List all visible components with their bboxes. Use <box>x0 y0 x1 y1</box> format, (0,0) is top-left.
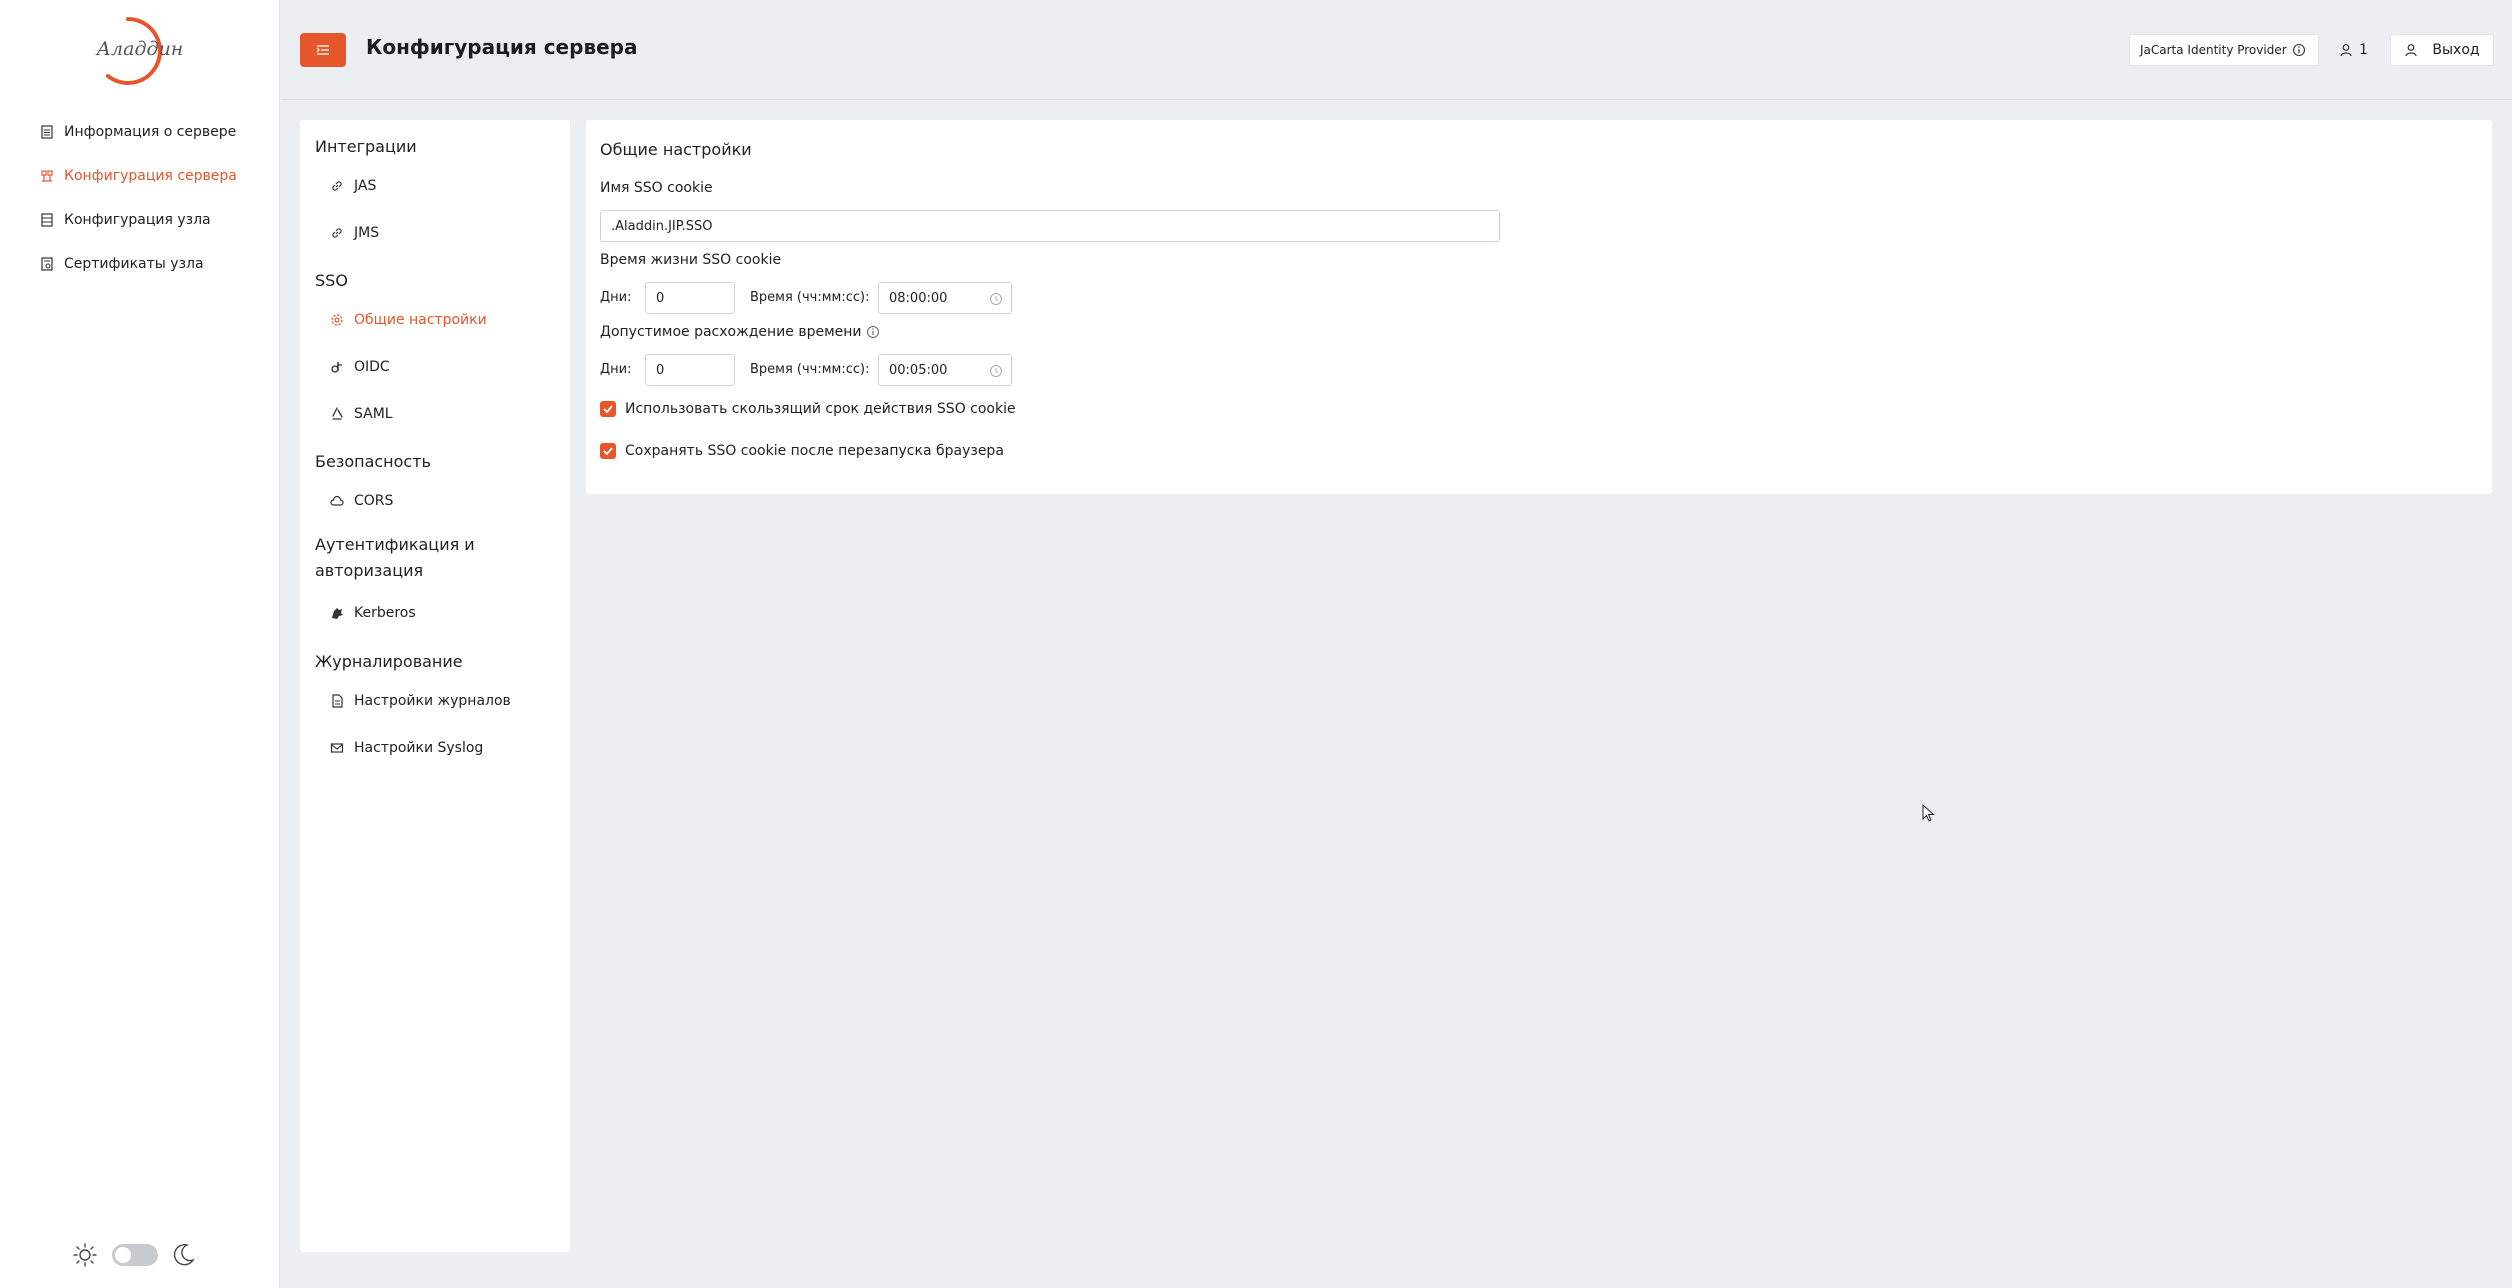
main-nav: Информация о сервере Конфигурация сервер… <box>40 110 237 286</box>
menu-icon <box>316 45 329 55</box>
sun-icon <box>73 1243 97 1267</box>
skew-time-value: 00:05:00 <box>889 362 948 378</box>
node-config-icon <box>41 213 53 227</box>
info-icon[interactable] <box>2292 43 2306 57</box>
logout-button[interactable]: Выход <box>2390 34 2494 66</box>
general-settings-panel: Общие настройки Имя SSO cookie .Aladdin.… <box>586 120 2492 494</box>
skew-days-label: Дни: <box>600 362 632 377</box>
saml-icon <box>332 407 343 420</box>
sso-cookie-lifetime-label: Время жизни SSO cookie <box>600 252 782 268</box>
logo-text: Аладдин <box>96 38 184 60</box>
sidebar-item-label: Информация о сервере <box>64 124 237 140</box>
document-list-icon <box>41 125 53 139</box>
info-icon[interactable] <box>866 325 880 339</box>
clock-icon <box>990 365 1002 377</box>
provider-name: JaCarta Identity Provider <box>2140 43 2287 57</box>
sidebar-item-server-config[interactable]: Конфигурация сервера <box>40 154 237 198</box>
settings-item-label: JMS <box>354 225 380 241</box>
settings-item-oidc[interactable]: OIDC <box>330 359 390 375</box>
kerberos-icon <box>332 608 343 619</box>
group-title-logging: Журналирование <box>315 652 463 671</box>
sliding-expiration-label: Использовать скользящий срок действия SS… <box>625 401 1016 417</box>
settings-item-syslog[interactable]: Настройки Syslog <box>330 740 483 756</box>
settings-item-label: Настройки журналов <box>354 693 511 709</box>
skew-days-input[interactable]: 0 <box>645 354 735 386</box>
sidebar-item-label: Конфигурация узла <box>64 212 211 228</box>
mouse-cursor-icon <box>1922 804 1935 822</box>
log-file-icon <box>332 694 343 708</box>
settings-item-jms[interactable]: JMS <box>330 225 379 241</box>
settings-item-label: Настройки Syslog <box>354 740 484 756</box>
server-config-icon <box>41 170 53 182</box>
user-icon <box>2405 44 2417 57</box>
provider-selector[interactable]: JaCarta Identity Provider <box>2129 34 2319 66</box>
lifetime-days-label: Дни: <box>600 290 632 305</box>
settings-item-label: JAS <box>354 178 377 194</box>
group-title-security: Безопасность <box>315 452 431 471</box>
menu-toggle-button[interactable] <box>300 33 346 67</box>
settings-item-log-settings[interactable]: Настройки журналов <box>330 693 511 709</box>
lifetime-time-input[interactable]: 08:00:00 <box>878 282 1012 314</box>
sso-cookie-name-value: .Aladdin.JIP.SSO <box>611 218 713 234</box>
gear-icon <box>331 314 343 326</box>
settings-item-cors[interactable]: CORS <box>330 493 393 509</box>
settings-item-kerberos[interactable]: Kerberos <box>330 605 416 621</box>
skew-time-input[interactable]: 00:05:00 <box>878 354 1012 386</box>
sso-cookie-name-label: Имя SSO cookie <box>600 180 713 196</box>
certificate-icon <box>41 257 53 271</box>
clock-skew-label: Допустимое расхождение времени <box>600 324 880 340</box>
sso-cookie-name-input[interactable]: .Aladdin.JIP.SSO <box>600 210 1500 242</box>
sliding-expiration-row: Использовать скользящий срок действия SS… <box>600 401 1016 417</box>
clock-skew-label-text: Допустимое расхождение времени <box>600 324 862 340</box>
sidebar-item-label: Сертификаты узла <box>64 256 204 272</box>
settings-item-label: OIDC <box>354 359 390 375</box>
sidebar-item-node-config[interactable]: Конфигурация узла <box>40 198 237 242</box>
lifetime-time-value: 08:00:00 <box>889 290 948 306</box>
aladdin-logo[interactable]: Аладдин <box>90 14 190 86</box>
settings-item-label: Kerberos <box>354 605 416 621</box>
link-icon <box>332 181 342 191</box>
link-icon <box>332 228 342 238</box>
lifetime-days-input[interactable]: 0 <box>645 282 735 314</box>
sidebar-item-node-certificates[interactable]: Сертификаты узла <box>40 242 237 286</box>
settings-item-general[interactable]: Общие настройки <box>330 312 487 328</box>
user-icon <box>2340 44 2352 57</box>
panel-title: Общие настройки <box>600 140 752 159</box>
settings-item-saml[interactable]: SAML <box>330 406 393 422</box>
settings-item-label: CORS <box>354 493 394 509</box>
persist-cookie-checkbox[interactable] <box>600 443 616 459</box>
lifetime-days-value: 0 <box>656 290 665 306</box>
moon-icon <box>173 1243 195 1266</box>
settings-item-label: SAML <box>354 406 393 422</box>
skew-time-label: Время (чч:мм:сс): <box>750 362 870 377</box>
check-icon <box>603 405 613 414</box>
theme-toggle[interactable] <box>112 1244 158 1266</box>
settings-nav: Интеграции JAS JMS SSO Общие настройки O… <box>300 120 570 1252</box>
oidc-icon <box>331 362 342 373</box>
active-users[interactable]: 1 <box>2339 34 2389 66</box>
group-title-auth: Аутентификация и авторизация <box>315 535 475 580</box>
settings-item-jas[interactable]: JAS <box>330 178 376 194</box>
page-title: Конфигурация сервера <box>366 35 638 59</box>
cloud-icon <box>330 495 344 506</box>
sidebar: Аладдин Информация о сервере Конфигураци… <box>0 0 280 1288</box>
group-title-sso: SSO <box>315 271 348 290</box>
mail-icon <box>330 743 344 753</box>
persist-cookie-label: Сохранять SSO cookie после перезапуска б… <box>625 443 1004 459</box>
check-icon <box>603 447 613 456</box>
theme-switch <box>72 1242 196 1268</box>
sliding-expiration-checkbox[interactable] <box>600 401 616 417</box>
sidebar-item-server-info[interactable]: Информация о сервере <box>40 110 237 154</box>
user-count-value: 1 <box>2359 42 2368 58</box>
clock-icon <box>990 293 1002 305</box>
header: Конфигурация сервера JaCarta Identity Pr… <box>281 0 2512 100</box>
lifetime-time-label: Время (чч:мм:сс): <box>750 290 870 305</box>
logout-label: Выход <box>2432 42 2480 58</box>
settings-item-label: Общие настройки <box>354 312 487 328</box>
sidebar-item-label: Конфигурация сервера <box>64 168 237 184</box>
persist-cookie-row: Сохранять SSO cookie после перезапуска б… <box>600 443 1004 459</box>
skew-days-value: 0 <box>656 362 665 378</box>
group-title-integrations: Интеграции <box>315 137 417 156</box>
